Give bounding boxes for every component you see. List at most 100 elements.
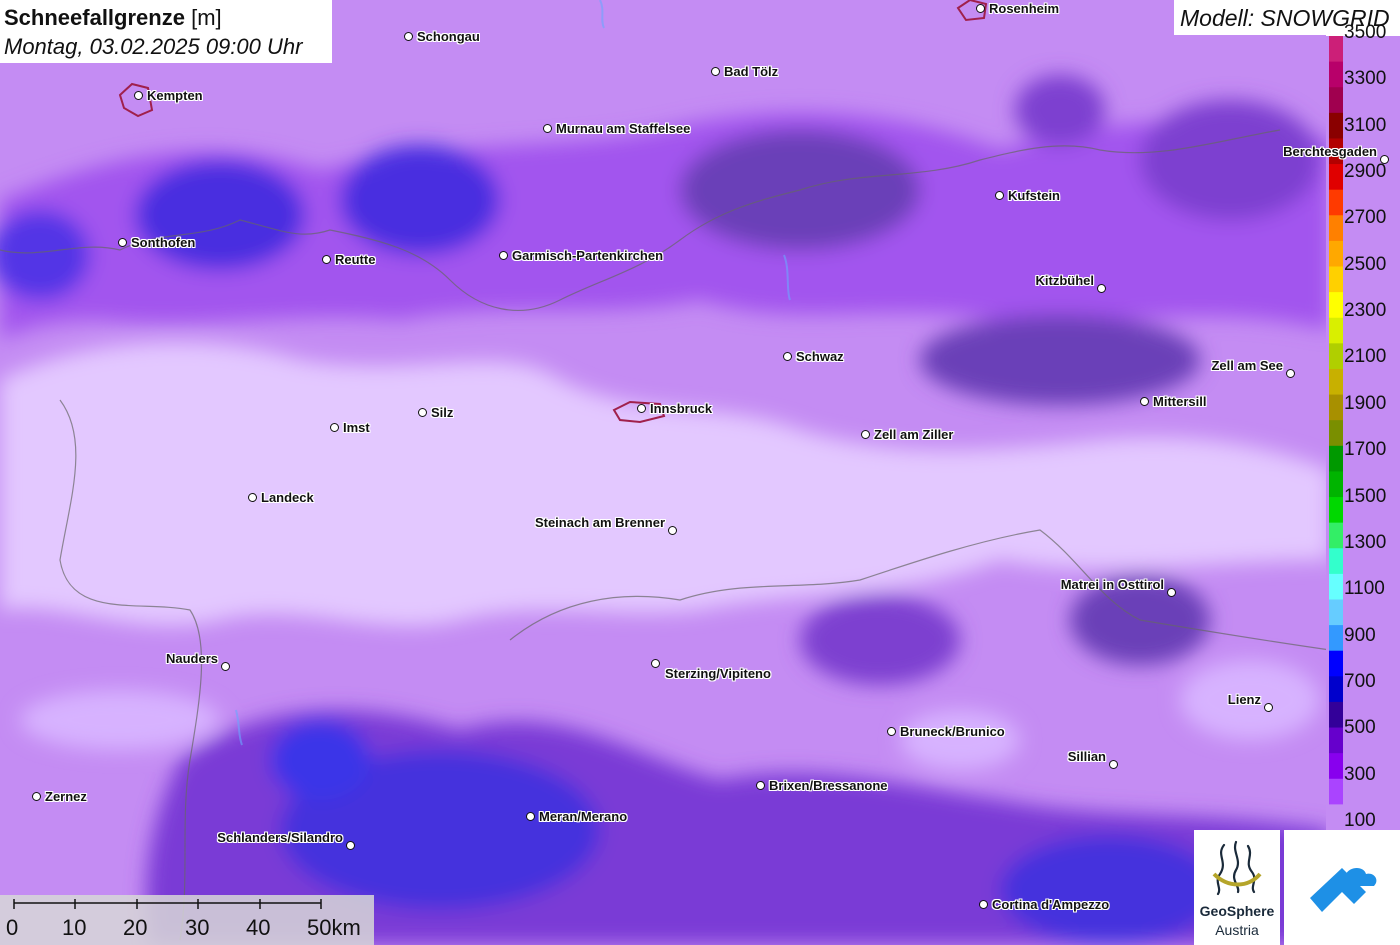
legend-label: 300 — [1344, 763, 1376, 785]
city-dot — [118, 238, 127, 247]
city-label: Schongau — [417, 29, 480, 44]
city-dot — [668, 526, 677, 535]
city-dot — [526, 812, 535, 821]
city-label: Kufstein — [1008, 188, 1060, 203]
geosphere-logo[interactable]: GeoSphere Austria — [1194, 830, 1280, 945]
city-label: Zell am Ziller — [874, 427, 954, 442]
map-datetime: Montag, 03.02.2025 09:00 Uhr — [4, 34, 303, 59]
legend-swatch — [1329, 87, 1343, 114]
legend-swatch — [1329, 292, 1343, 319]
legend-label: 1100 — [1344, 578, 1385, 600]
scale-label-30: 30 — [185, 915, 210, 940]
legend-swatch — [1329, 164, 1343, 191]
legend-label: 500 — [1344, 717, 1376, 739]
legend-swatch — [1329, 804, 1343, 830]
map-title-box: Schneefallgrenze [m] Montag, 03.02.2025 … — [0, 0, 332, 63]
city-label: Kempten — [147, 88, 203, 103]
city-dot — [651, 659, 660, 668]
legend-swatch — [1329, 522, 1343, 549]
legend-label: 2300 — [1344, 300, 1387, 322]
parameter-name: Schneefallgrenze — [4, 5, 185, 30]
legend-swatch — [1329, 368, 1343, 396]
city-dot — [1286, 369, 1295, 378]
city-label: Bruneck/Brunico — [900, 724, 1005, 739]
legend-label: 2700 — [1344, 207, 1387, 229]
legend-swatch — [1329, 240, 1343, 268]
legend-swatch — [1329, 753, 1343, 780]
city-label: Reutte — [335, 252, 376, 267]
city-label: Lienz — [1227, 692, 1261, 707]
map-title: Schneefallgrenze [m] — [4, 5, 222, 31]
city-label: Imst — [343, 420, 370, 435]
city-label: Mittersill — [1153, 394, 1207, 409]
legend-label: 1700 — [1344, 439, 1387, 461]
city-label: Bad Tölz — [724, 64, 779, 79]
city-dot — [1097, 284, 1106, 293]
legend-swatch — [1329, 548, 1343, 575]
snowline-shading — [0, 75, 1330, 945]
city-label: Zell am See — [1211, 358, 1283, 373]
city-label: Rosenheim — [989, 1, 1060, 16]
geosphere-text: GeoSphere — [1199, 903, 1275, 919]
app-logo[interactable] — [1284, 830, 1400, 945]
city-dot — [499, 251, 508, 260]
legend-swatch — [1329, 701, 1343, 729]
legend-label: 3300 — [1344, 68, 1387, 90]
city-dot — [134, 91, 143, 100]
legend-label: 1500 — [1344, 485, 1387, 507]
legend-swatch — [1329, 573, 1343, 600]
legend-swatch — [1329, 266, 1343, 293]
city-dot — [1380, 155, 1389, 164]
legend-swatch — [1329, 778, 1343, 805]
city-dot — [783, 352, 792, 361]
city-dot — [995, 191, 1004, 200]
geosphere-swirl-icon — [1212, 840, 1262, 896]
legend-label: 3500 — [1344, 22, 1387, 43]
city-dot — [221, 662, 230, 671]
city-dot — [711, 67, 720, 76]
legend-label: 900 — [1344, 624, 1376, 646]
legend-label: 2900 — [1344, 161, 1387, 183]
city-dot — [1109, 760, 1118, 769]
city-dot — [543, 124, 552, 133]
legend-swatch — [1329, 625, 1343, 652]
city-label: Meran/Merano — [539, 809, 628, 824]
legend-label: 1900 — [1344, 392, 1387, 414]
legend-swatch — [1329, 676, 1343, 703]
city-dot — [979, 900, 988, 909]
city-label: Brixen/Bressanone — [769, 778, 888, 793]
city-dot — [404, 32, 413, 41]
city-dot — [1140, 397, 1149, 406]
scale-label-50km: 50km — [307, 915, 361, 940]
city-label: Garmisch-Partenkirchen — [512, 248, 664, 263]
legend-swatch — [1329, 343, 1343, 370]
city-label: Sterzing/Vipiteno — [665, 666, 771, 681]
city-dot — [330, 423, 339, 432]
city-dot — [861, 430, 870, 439]
city-label: Landeck — [261, 490, 314, 505]
city-label: Schlanders/Silandro — [217, 830, 343, 845]
legend-swatch — [1329, 36, 1343, 63]
legend-swatch — [1329, 727, 1343, 754]
city-label: Kitzbühel — [1035, 273, 1095, 288]
city-dot — [346, 841, 355, 850]
legend-swatch — [1329, 317, 1343, 344]
legend-swatch — [1329, 189, 1343, 216]
city-dot — [418, 408, 427, 417]
legend-swatch — [1329, 215, 1343, 242]
legend-label: 1300 — [1344, 531, 1387, 553]
legend-label: 100 — [1344, 809, 1376, 831]
city-label: Sonthofen — [131, 235, 196, 250]
geosphere-subtext: Austria — [1215, 922, 1259, 938]
city-dot — [756, 781, 765, 790]
legend-swatch — [1329, 599, 1343, 626]
legend-swatch — [1329, 112, 1343, 139]
city-dot — [1264, 703, 1273, 712]
legend-swatch — [1329, 394, 1343, 421]
city-label: Innsbruck — [650, 401, 713, 416]
scale-label-10: 10 — [62, 915, 87, 940]
legend-swatch — [1329, 420, 1343, 447]
city-dot — [248, 493, 257, 502]
legend-label: 2100 — [1344, 346, 1387, 368]
legend-label: 3100 — [1344, 114, 1387, 136]
